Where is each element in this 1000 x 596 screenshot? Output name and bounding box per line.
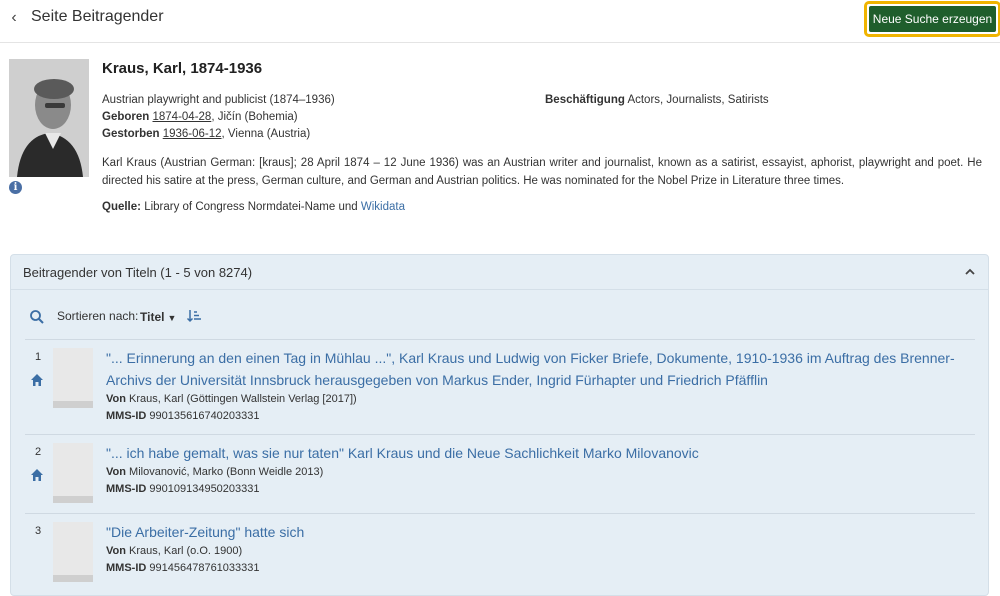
author-label: Von	[106, 393, 126, 405]
biography-text: Karl Kraus (Austrian German: [kraus]; 28…	[102, 157, 982, 187]
result-author: Von Milovanović, Marko (Bonn Weidle 2013…	[106, 466, 323, 478]
source-text: Library of Congress Normdatei-Name und	[144, 201, 358, 213]
result-author: Von Kraus, Karl (Göttingen Wallstein Ver…	[106, 393, 357, 405]
died-place: , Vienna (Austria)	[221, 128, 311, 140]
home-icon	[31, 469, 43, 481]
born-label: Geboren	[102, 111, 150, 123]
result-mms-id: MMS-ID 991456478761033331	[106, 562, 260, 574]
mms-value: 990135616740203331	[149, 410, 260, 422]
panel-header[interactable]: Beitragender von Titeln (1 - 5 von 8274)	[11, 255, 988, 290]
author-label: Von	[106, 466, 126, 478]
panel-title: Beitragender von Titeln (1 - 5 von 8274)	[23, 265, 253, 280]
author-value: Kraus, Karl (o.O. 1900)	[129, 545, 243, 557]
page-title: Seite Beitragender	[31, 8, 164, 25]
new-search-button[interactable]: Neue Suche erzeugen	[869, 6, 996, 32]
author-value: Kraus, Karl (Göttingen Wallstein Verlag …	[129, 393, 357, 405]
author-value: Milovanović, Marko (Bonn Weidle 2013)	[129, 466, 324, 478]
mms-label: MMS-ID	[106, 483, 147, 495]
person-description: Austrian playwright and publicist (1874–…	[102, 94, 335, 106]
result-row: 2 "... ich habe gemalt, was sie nur tate…	[25, 434, 975, 514]
result-mms-id: MMS-ID 990109134950203331	[106, 483, 260, 495]
mms-label: MMS-ID	[106, 562, 147, 574]
portrait-image	[9, 59, 89, 177]
result-title-link[interactable]: "... ich habe gemalt, was sie nur taten"…	[106, 442, 956, 464]
mms-value: 990109134950203331	[149, 483, 260, 495]
contributor-titles-panel: Beitragender von Titeln (1 - 5 von 8274)…	[10, 254, 989, 596]
person-name: Kraus, Karl, 1874-1936	[102, 60, 263, 77]
sort-label: Sortieren nach:	[57, 309, 139, 323]
occupation-line: Beschäftigung Actors, Journalists, Satir…	[545, 94, 769, 106]
home-icon	[31, 374, 43, 386]
source-label: Quelle:	[102, 201, 141, 213]
result-title-link[interactable]: "... Erinnerung an den einen Tag in Mühl…	[106, 347, 956, 391]
sort-dropdown-value: Titel	[140, 310, 165, 324]
caret-down-icon: ▼	[167, 313, 177, 323]
book-thumbnail	[53, 348, 93, 408]
chevron-up-icon[interactable]	[963, 265, 977, 279]
occupation-label: Beschäftigung	[545, 94, 625, 106]
result-row: 1 "... Erinnerung an den einen Tag in Mü…	[25, 339, 975, 435]
result-mms-id: MMS-ID 990135616740203331	[106, 410, 260, 422]
died-line: Gestorben 1936-06-12, Vienna (Austria)	[102, 128, 310, 140]
born-line: Geboren 1874-04-28, Jičín (Bohemia)	[102, 111, 298, 123]
sort-ascending-icon[interactable]	[186, 308, 202, 324]
sort-dropdown[interactable]: Titel ▼	[140, 310, 176, 324]
author-label: Von	[106, 545, 126, 557]
mms-value: 991456478761033331	[149, 562, 260, 574]
info-icon[interactable]: i	[9, 181, 22, 194]
chevron-left-icon[interactable]: ‹	[7, 8, 21, 28]
died-label: Gestorben	[102, 128, 160, 140]
occupation-value: Actors, Journalists, Satirists	[627, 94, 769, 106]
new-search-focus-ring: Neue Suche erzeugen	[864, 1, 1000, 37]
result-number: 3	[35, 525, 42, 537]
result-number: 2	[35, 446, 42, 458]
result-row: 3 "Die Arbeiter-Zeitung" hatte sich Von …	[25, 513, 975, 592]
book-thumbnail	[53, 522, 93, 582]
result-title-link[interactable]: "Die Arbeiter-Zeitung" hatte sich	[106, 521, 956, 543]
born-place: , Jičín (Bohemia)	[211, 111, 298, 123]
search-icon[interactable]	[29, 309, 45, 325]
mms-label: MMS-ID	[106, 410, 147, 422]
result-number: 1	[35, 351, 42, 363]
died-date-link[interactable]: 1936-06-12	[163, 128, 222, 140]
wikidata-link[interactable]: Wikidata	[361, 201, 405, 213]
source-line: Quelle: Library of Congress Normdatei-Na…	[102, 201, 405, 213]
born-date-link[interactable]: 1874-04-28	[153, 111, 212, 123]
book-thumbnail	[53, 443, 93, 503]
result-author: Von Kraus, Karl (o.O. 1900)	[106, 545, 242, 557]
page-header: ‹ Seite Beitragender Neue Suche erzeugen	[0, 0, 1000, 43]
